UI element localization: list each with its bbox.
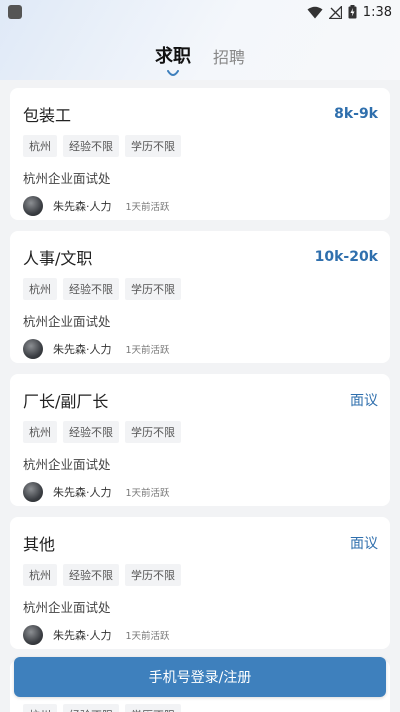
job-title: 包装工 — [23, 106, 72, 125]
tag-education: 学历不限 — [125, 278, 181, 300]
job-tags: 杭州 经验不限 学历不限 — [23, 135, 378, 157]
avatar — [23, 625, 43, 645]
screen: 1:38 求职 招聘 包装工 8k-9k 杭州 经验不限 学历不限 杭州企业面试… — [0, 0, 400, 712]
job-card[interactable]: 包装工 8k-9k 杭州 经验不限 学历不限 杭州企业面试处 朱先森·人力 1天… — [10, 88, 390, 220]
tag-experience: 经验不限 — [63, 704, 119, 712]
tab-recruiting[interactable]: 招聘 — [213, 44, 245, 68]
job-tags: 杭州 经验不限 学历不限 — [23, 421, 378, 443]
tag-location: 杭州 — [23, 564, 57, 586]
tab-job-seeking[interactable]: 求职 — [154, 42, 191, 76]
job-salary: 10k-20k — [314, 249, 378, 265]
active-time: 1天前活跃 — [125, 202, 170, 213]
job-title: 其他 — [23, 535, 56, 554]
login-button-label: 手机号登录/注册 — [148, 670, 252, 686]
phone-login-button[interactable]: 手机号登录/注册 — [14, 657, 386, 697]
job-salary: 8k-9k — [334, 106, 378, 122]
notification-app-icon — [8, 5, 22, 19]
job-tags: 杭州 经验不限 学历不限 — [23, 704, 181, 712]
tag-experience: 经验不限 — [63, 278, 119, 300]
avatar — [23, 339, 43, 359]
active-time: 1天前活跃 — [125, 631, 170, 642]
job-tags: 杭州 经验不限 学历不限 — [23, 564, 378, 586]
tab-label: 求职 — [154, 46, 191, 67]
recruiter-name: 朱先森·人力 — [53, 200, 112, 213]
top-tabs: 求职 招聘 — [0, 42, 400, 76]
status-bar: 1:38 — [0, 0, 400, 24]
active-time: 1天前活跃 — [125, 345, 170, 356]
tab-label: 招聘 — [212, 48, 245, 67]
tag-experience: 经验不限 — [63, 135, 119, 157]
recruiter-name: 朱先森·人力 — [53, 486, 112, 499]
tag-education: 学历不限 — [125, 704, 181, 712]
job-salary: 面议 — [350, 536, 378, 552]
recruiter-row: 朱先森·人力 1天前活跃 — [23, 339, 378, 359]
job-card[interactable]: 人事/文职 10k-20k 杭州 经验不限 学历不限 杭州企业面试处 朱先森·人… — [10, 231, 390, 363]
tag-education: 学历不限 — [125, 135, 181, 157]
recruiter-name: 朱先森·人力 — [53, 343, 112, 356]
wifi-icon — [307, 6, 323, 18]
no-signal-icon — [328, 5, 342, 19]
recruiter-name: 朱先森·人力 — [53, 629, 112, 642]
tag-education: 学历不限 — [125, 564, 181, 586]
job-card[interactable]: 其他 面议 杭州 经验不限 学历不限 杭州企业面试处 朱先森·人力 1天前活跃 — [10, 517, 390, 649]
tag-experience: 经验不限 — [63, 421, 119, 443]
job-tags: 杭州 经验不限 学历不限 — [23, 278, 378, 300]
tag-education: 学历不限 — [125, 421, 181, 443]
avatar — [23, 196, 43, 216]
battery-charging-icon — [348, 5, 357, 19]
job-title: 人事/文职 — [23, 249, 93, 268]
recruiter-row: 朱先森·人力 1天前活跃 — [23, 482, 378, 502]
tag-location: 杭州 — [23, 135, 57, 157]
avatar — [23, 482, 43, 502]
tag-location: 杭州 — [23, 421, 57, 443]
job-list: 包装工 8k-9k 杭州 经验不限 学历不限 杭州企业面试处 朱先森·人力 1天… — [10, 88, 390, 712]
company-name: 杭州企业面试处 — [23, 457, 111, 472]
job-salary: 面议 — [350, 393, 378, 409]
status-time: 1:38 — [362, 4, 392, 20]
tag-experience: 经验不限 — [63, 564, 119, 586]
recruiter-row: 朱先森·人力 1天前活跃 — [23, 196, 378, 216]
job-card[interactable]: 厂长/副厂长 面议 杭州 经验不限 学历不限 杭州企业面试处 朱先森·人力 1天… — [10, 374, 390, 506]
job-title: 厂长/副厂长 — [23, 392, 109, 411]
active-time: 1天前活跃 — [125, 488, 170, 499]
company-name: 杭州企业面试处 — [23, 314, 111, 329]
company-name: 杭州企业面试处 — [23, 600, 111, 615]
recruiter-row: 朱先森·人力 1天前活跃 — [23, 625, 378, 645]
tag-location: 杭州 — [23, 278, 57, 300]
active-tab-indicator — [166, 70, 179, 76]
tag-location: 杭州 — [23, 704, 57, 712]
company-name: 杭州企业面试处 — [23, 171, 111, 186]
